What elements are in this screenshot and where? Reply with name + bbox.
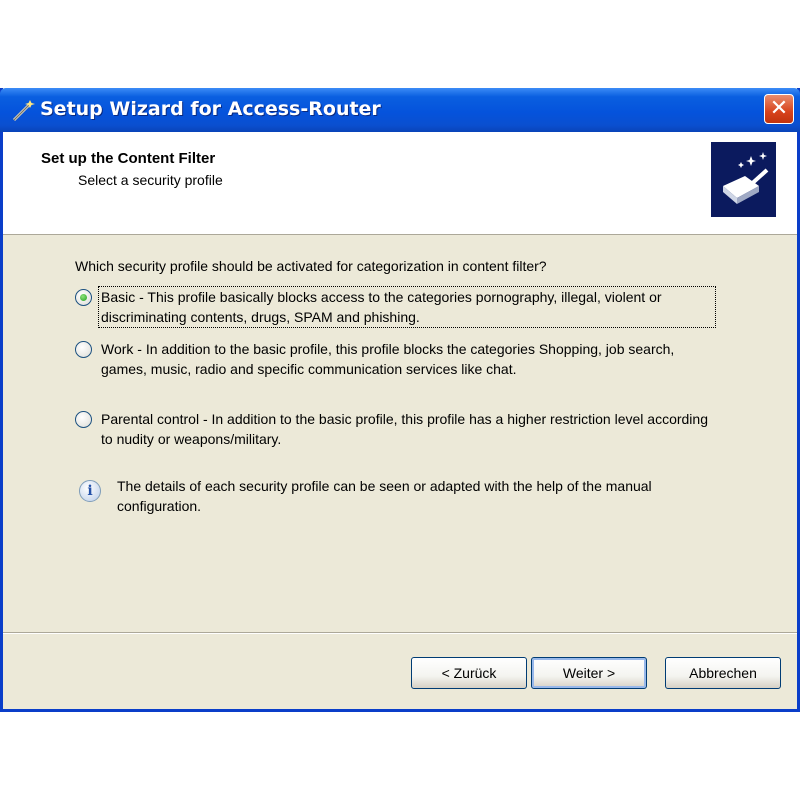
window-title: Setup Wizard for Access-Router xyxy=(40,98,381,120)
close-icon: ✕ xyxy=(769,96,789,121)
close-button[interactable]: ✕ xyxy=(764,94,794,124)
wizard-content: Which security profile should be activat… xyxy=(3,235,797,635)
next-button[interactable]: Weiter > xyxy=(531,657,647,689)
page-title: Set up the Content Filter xyxy=(41,150,216,167)
cancel-button[interactable]: Abbrechen xyxy=(665,657,781,689)
info-text: The details of each security profile can… xyxy=(117,478,652,514)
radio-label-basic[interactable]: Basic - This profile basically blocks ac… xyxy=(98,286,716,328)
radio-button-work[interactable] xyxy=(75,341,92,358)
wizard-wand-icon xyxy=(12,100,35,122)
radio-label-parental[interactable]: Parental control - In addition to the ba… xyxy=(101,409,715,449)
info-icon: i xyxy=(79,480,101,502)
footer-separator xyxy=(3,632,797,634)
setup-wizard-window: Setup Wizard for Access-Router ✕ Set up … xyxy=(0,88,800,712)
radio-label-work[interactable]: Work - In addition to the basic profile,… xyxy=(101,339,715,379)
page-subtitle: Select a security profile xyxy=(78,172,223,188)
radio-button-parental[interactable] xyxy=(75,411,92,428)
wizard-icon xyxy=(711,142,776,217)
title-bar[interactable]: Setup Wizard for Access-Router ✕ xyxy=(0,88,800,132)
next-button-label: Weiter > xyxy=(562,665,616,681)
cancel-button-label: Abbrechen xyxy=(689,665,757,681)
radio-button-basic[interactable] xyxy=(75,289,92,306)
profile-question: Which security profile should be activat… xyxy=(75,258,547,274)
back-button[interactable]: < Zurück xyxy=(411,657,527,689)
wizard-header: Set up the Content Filter Select a secur… xyxy=(3,132,797,235)
back-button-label: < Zurück xyxy=(441,665,497,681)
